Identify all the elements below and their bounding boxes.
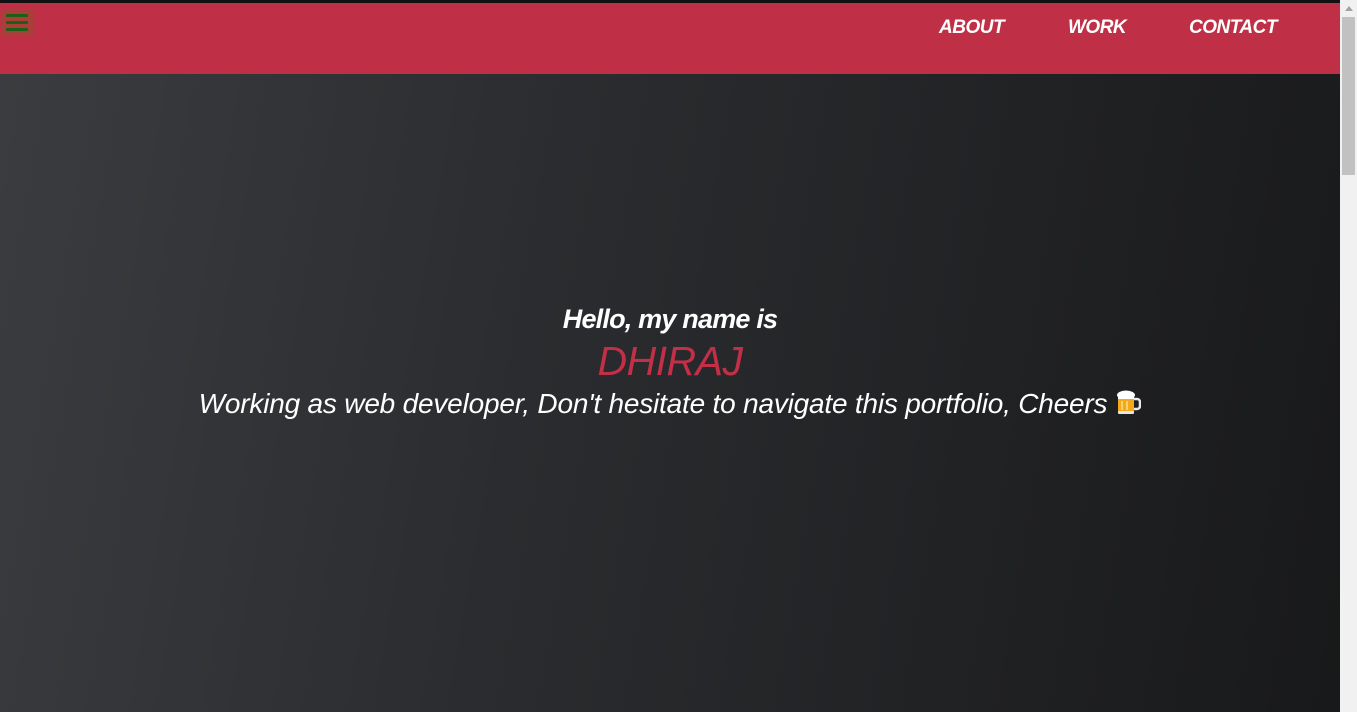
nav-link-work[interactable]: WORK <box>1068 17 1127 39</box>
hero-name: DHIRAJ <box>597 338 743 384</box>
hero-greeting: Hello, my name is <box>562 304 778 334</box>
scrollbar-thumb[interactable] <box>1342 17 1355 175</box>
nav-link-about[interactable]: ABOUT <box>939 17 1005 39</box>
nav-link-contact[interactable]: CONTACT <box>1189 17 1277 39</box>
hero-tagline: Working as web developer, Don't hesitate… <box>0 386 1340 422</box>
scroll-up-arrow-icon[interactable] <box>1340 0 1357 17</box>
hamburger-icon[interactable] <box>1 9 33 35</box>
beer-mug-icon <box>1117 390 1142 414</box>
site-header: ABOUT WORK CONTACT <box>0 3 1340 74</box>
hamburger-bar <box>6 13 28 17</box>
hero-tagline-text: Working as web developer, Don't hesitate… <box>198 388 1108 419</box>
hero-section: Hello, my name is DHIRAJ Working as web … <box>0 74 1340 712</box>
vertical-scrollbar[interactable] <box>1340 0 1357 712</box>
hamburger-bar <box>6 27 28 31</box>
hamburger-bar <box>6 20 28 24</box>
page: ABOUT WORK CONTACT Hello, my name is DHI… <box>0 0 1357 712</box>
hero-content: Hello, my name is DHIRAJ Working as web … <box>0 302 1340 422</box>
